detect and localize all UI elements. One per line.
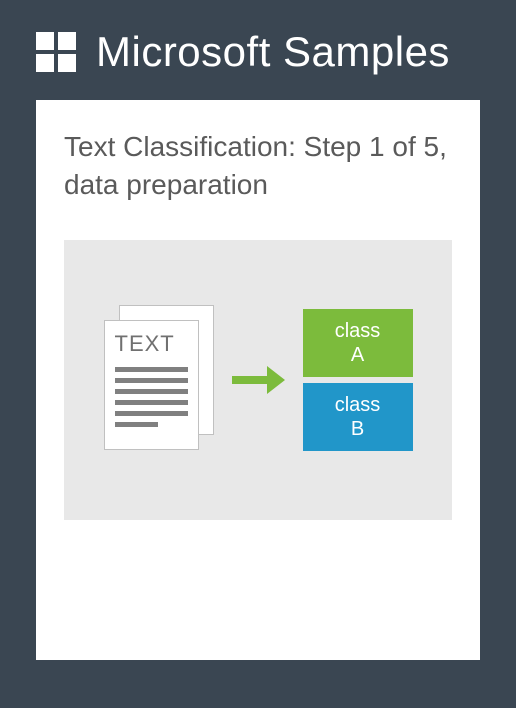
class-a-label-2: A bbox=[351, 343, 364, 367]
sample-card[interactable]: Text Classification: Step 1 of 5, data p… bbox=[36, 100, 480, 660]
diagram-content: TEXT class bbox=[104, 305, 413, 455]
class-a-label-1: class bbox=[335, 319, 381, 343]
logo-tiles-icon bbox=[36, 32, 76, 72]
class-boxes: class A class B bbox=[303, 309, 413, 451]
class-b-label-2: B bbox=[351, 417, 364, 441]
text-document-icon: TEXT bbox=[104, 305, 214, 455]
header-title: Microsoft Samples bbox=[96, 28, 450, 76]
page-header: Microsoft Samples bbox=[0, 0, 516, 100]
diagram-thumbnail: TEXT class bbox=[64, 240, 452, 520]
class-a-box: class A bbox=[303, 309, 413, 377]
class-b-label-1: class bbox=[335, 393, 381, 417]
arrow-right-icon bbox=[232, 366, 285, 394]
doc-label: TEXT bbox=[115, 331, 188, 357]
class-b-box: class B bbox=[303, 383, 413, 451]
card-title: Text Classification: Step 1 of 5, data p… bbox=[64, 128, 452, 204]
